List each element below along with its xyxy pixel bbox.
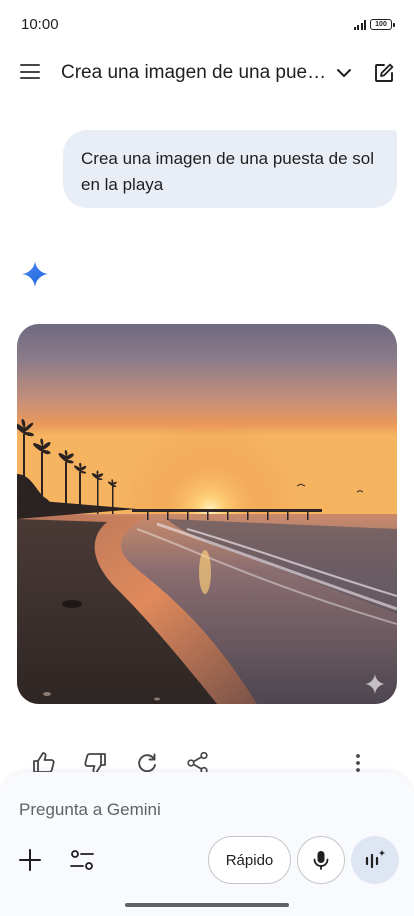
sunset-beach-picture (17, 324, 397, 704)
mode-selector-button[interactable]: Rápido (208, 836, 291, 884)
user-message-text: Crea una imagen de una puesta de sol en … (81, 149, 374, 194)
menu-icon[interactable] (20, 64, 40, 80)
signal-icon (353, 19, 366, 30)
status-bar: 10:00 100 (0, 0, 414, 48)
tools-icon[interactable] (69, 848, 95, 872)
status-time: 10:00 (21, 16, 59, 33)
chevron-down-icon[interactable] (334, 63, 354, 83)
battery-level: 100 (375, 21, 387, 28)
battery-icon: 100 (370, 19, 395, 30)
prompt-composer: Rápido (0, 772, 414, 916)
mode-selector-label: Rápido (225, 851, 274, 869)
user-message-bubble: Crea una imagen de una puesta de sol en … (63, 130, 397, 208)
status-icons: 100 (353, 19, 395, 30)
generated-image[interactable] (17, 324, 397, 704)
mic-icon (313, 851, 329, 870)
plus-icon[interactable] (18, 848, 42, 872)
live-button[interactable] (351, 836, 399, 884)
mic-button[interactable] (297, 836, 345, 884)
live-icon (365, 849, 386, 869)
gemini-spark-icon (22, 261, 48, 287)
ai-sparkle-watermark-icon (365, 674, 385, 694)
app-bar: Crea una imagen de una puesta de sol en … (0, 52, 414, 94)
edit-icon[interactable] (373, 62, 395, 84)
prompt-input[interactable] (19, 798, 379, 822)
conversation-title[interactable]: Crea una imagen de una puesta de sol en … (61, 62, 329, 84)
home-indicator[interactable] (125, 903, 289, 907)
